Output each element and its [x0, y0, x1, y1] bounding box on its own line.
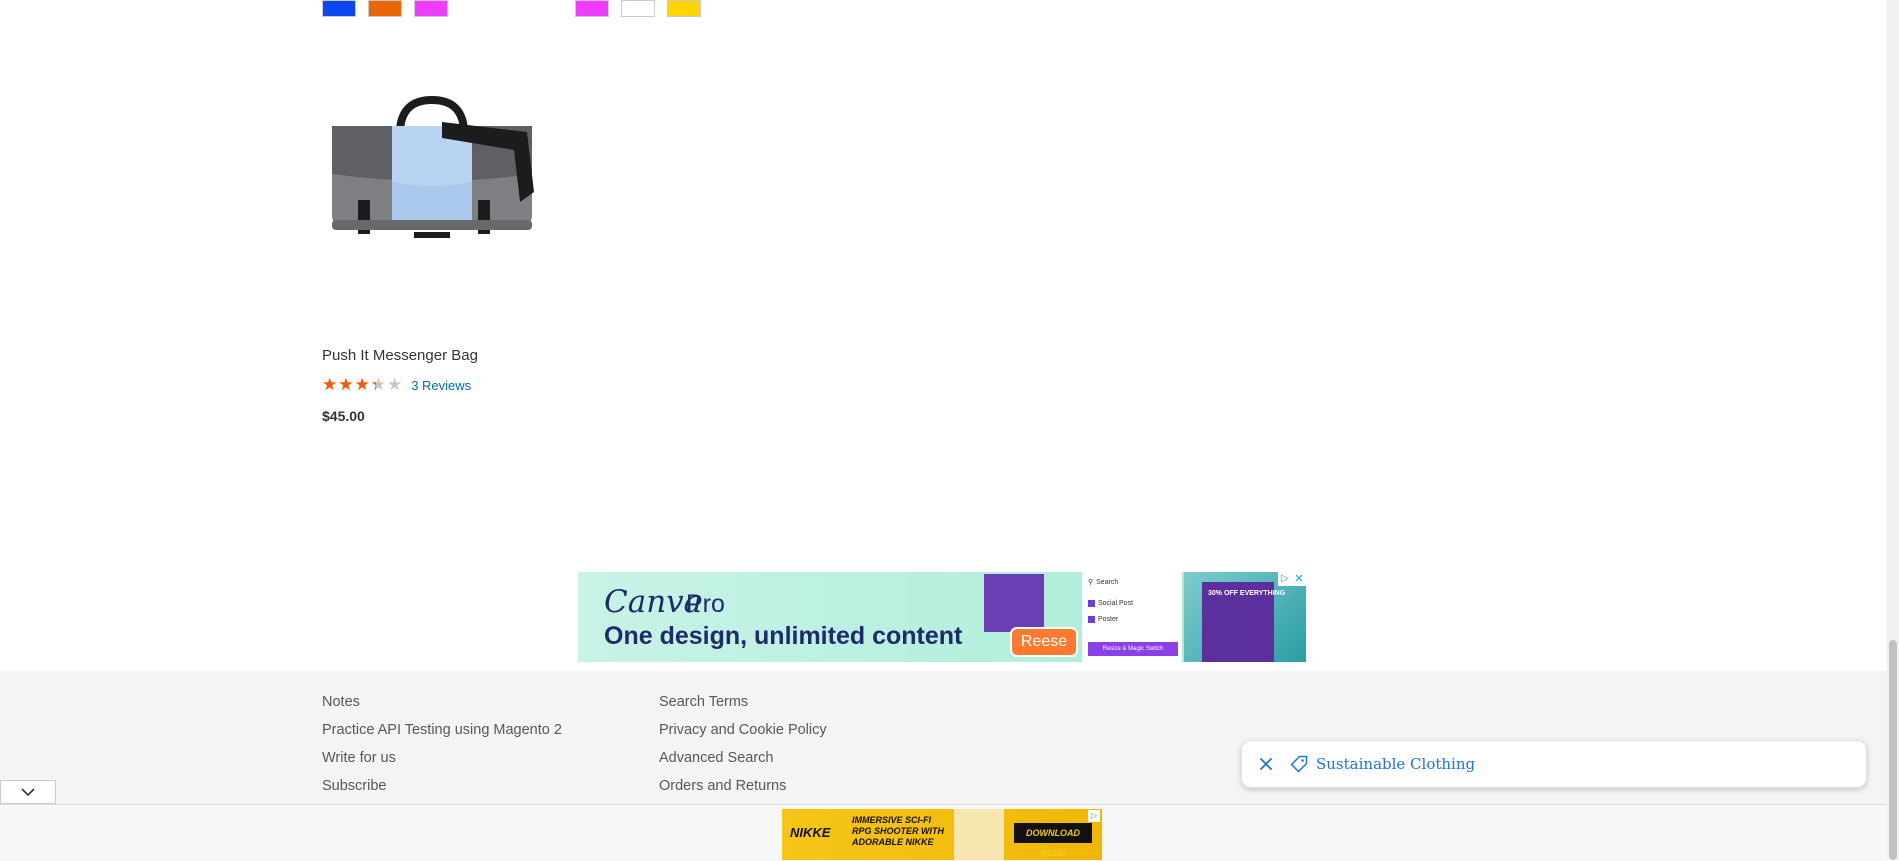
reviews-link[interactable]: 3 Reviews: [411, 378, 471, 393]
ad-choices-icon[interactable]: ▷: [1278, 572, 1292, 586]
footer-link-privacy[interactable]: Privacy and Cookie Policy: [659, 721, 827, 749]
ad-download-button[interactable]: DOWNLOAD NOW!: [1014, 823, 1092, 858]
color-swatch[interactable]: [575, 0, 609, 17]
nikke-ad[interactable]: NIKKE IMMERSIVE SCI-FI RPG SHOOTER WITH …: [782, 809, 1102, 860]
footer-link-notes[interactable]: Notes: [322, 693, 562, 721]
ad-panel-search-placeholder: Search: [1096, 578, 1119, 586]
ad-close-icon[interactable]: ✕: [1292, 572, 1306, 586]
ad-logo: NIKKE: [790, 825, 831, 840]
color-swatch[interactable]: [322, 0, 356, 17]
color-swatch[interactable]: [621, 0, 655, 17]
product-price: $45.00: [322, 408, 365, 424]
product-name-link[interactable]: Push It Messenger Bag: [322, 347, 478, 364]
footer-link-search-terms[interactable]: Search Terms: [659, 693, 827, 721]
chevron-down-icon: [21, 788, 35, 797]
ad-panel-option: Social Post: [1088, 600, 1133, 607]
ad-panel-option-label: Social Post: [1098, 600, 1134, 607]
footer-column-2: Search Terms Privacy and Cookie Policy A…: [659, 693, 827, 805]
ad-photo: [984, 574, 1044, 632]
page-scrollbar[interactable]: [1887, 0, 1899, 860]
footer-link-write-for-us[interactable]: Write for us: [322, 749, 562, 777]
checkbox-icon: [1088, 616, 1095, 623]
footer-column-1: Notes Practice API Testing using Magento…: [322, 693, 562, 805]
ad-panel-button: Resize & Magic Switch: [1088, 642, 1178, 656]
ad-choices-icon[interactable]: ▷: [1088, 810, 1100, 822]
ad-cta-button[interactable]: Reese: [1010, 627, 1078, 657]
ad-artwork: [954, 809, 1004, 860]
ad-tagline: One design, unlimited content: [604, 622, 963, 650]
footer-link-orders-returns[interactable]: Orders and Returns: [659, 777, 827, 805]
scrollbar-thumb[interactable]: [1889, 640, 1897, 860]
footer-link-advanced-search[interactable]: Advanced Search: [659, 749, 827, 777]
color-swatch[interactable]: [368, 0, 402, 17]
ad-photo-text: 30% OFF EVERYTHING: [1208, 590, 1286, 597]
ad-tagline: IMMERSIVE SCI-FI RPG SHOOTER WITH ADORAB…: [852, 815, 944, 847]
ad-panel: ⚲ Search Social Post Poster Resize & Mag…: [1082, 572, 1182, 662]
product-rating: ★★★★★ ★★★★★ 3 Reviews: [322, 375, 471, 395]
footer-link-api-testing[interactable]: Practice API Testing using Magento 2: [322, 721, 562, 749]
checkbox-icon: [1088, 600, 1095, 607]
tag-icon: [1290, 755, 1308, 773]
color-swatch[interactable]: [414, 0, 448, 17]
ad-panel-search: ⚲ Search: [1088, 578, 1119, 587]
close-icon[interactable]: [1258, 756, 1274, 772]
suggestion-chip-label[interactable]: Sustainable Clothing: [1316, 755, 1475, 773]
collapse-ad-button[interactable]: [0, 780, 56, 804]
canva-ad-banner[interactable]: Canva Pro One design, unlimited content …: [578, 572, 1306, 662]
ad-brand-suffix: Pro: [686, 590, 725, 618]
search-icon: ⚲: [1088, 579, 1094, 586]
ad-panel-option-label: Poster: [1098, 616, 1119, 623]
product-image[interactable]: [322, 62, 542, 327]
color-swatch[interactable]: [667, 0, 701, 17]
footer-link-subscribe[interactable]: Subscribe: [322, 777, 562, 805]
suggestion-chip[interactable]: Sustainable Clothing: [1241, 740, 1867, 788]
ad-panel-option: Poster: [1088, 616, 1118, 623]
rating-stars: ★★★★★ ★★★★★: [322, 375, 404, 394]
